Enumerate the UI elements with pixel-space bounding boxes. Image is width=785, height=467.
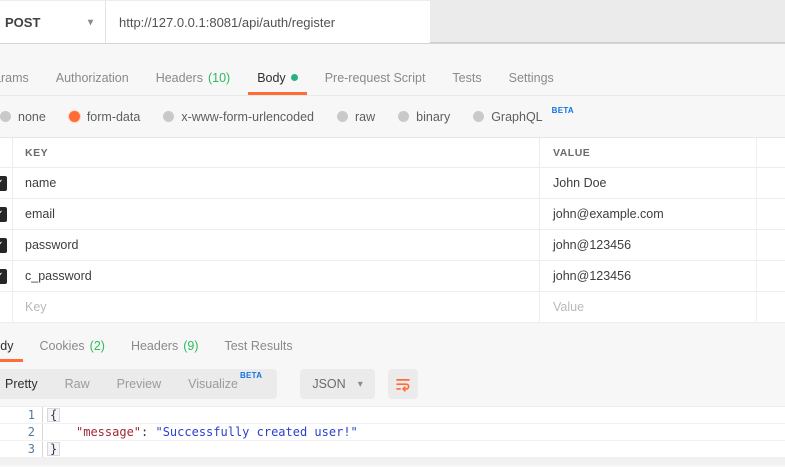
request-url-bar: POST ▾ http://127.0.0.1:8081/api/auth/re… (0, 0, 785, 44)
table-row: ✓ name John Doe (0, 168, 785, 199)
body-mode-row: none form-data x-www-form-urlencoded raw… (0, 96, 785, 137)
response-body-viewer[interactable]: 1 { 2 "message" : "Successfully created … (0, 406, 785, 465)
checkbox-checked-icon[interactable]: ✓ (0, 207, 7, 222)
postman-window: POST ▾ http://127.0.0.1:8081/api/auth/re… (0, 0, 785, 467)
radio-icon (0, 111, 11, 122)
mode-graphql[interactable]: GraphQL BETA (473, 110, 574, 124)
checkbox-checked-icon[interactable]: ✓ (0, 269, 7, 284)
radio-selected-icon (69, 111, 80, 122)
view-switcher: Pretty Raw Preview Visualize BETA (0, 369, 277, 399)
line-number: 2 (0, 424, 43, 440)
json-string-value: "Successfully created user!" (155, 425, 357, 439)
headers-count-badge: (10) (208, 71, 230, 85)
mode-binary[interactable]: binary (398, 110, 450, 124)
tab-authorization[interactable]: Authorization (56, 60, 129, 95)
response-tab-headers[interactable]: Headers (9) (131, 330, 199, 362)
table-row: ✓ password john@123456 (0, 230, 785, 261)
method-label: POST (5, 15, 40, 30)
line-number: 1 (0, 407, 43, 423)
code-line: 1 { (0, 407, 785, 424)
method-dropdown[interactable]: POST ▾ (0, 1, 106, 43)
value-input-placeholder[interactable]: Value (540, 292, 757, 322)
table-row: ✓ email john@example.com (0, 199, 785, 230)
tab-params[interactable]: arams (0, 60, 29, 95)
code-line: 3 } (0, 441, 785, 458)
key-input-placeholder[interactable]: Key (13, 292, 540, 322)
cookies-count-badge: (2) (90, 339, 105, 353)
mode-raw[interactable]: raw (337, 110, 375, 124)
beta-badge: BETA (552, 106, 574, 115)
code-line: 2 "message" : "Successfully created user… (0, 424, 785, 441)
request-tabs: arams Authorization Headers (10) Body Pr… (0, 60, 785, 96)
response-tab-test-results[interactable]: Test Results (224, 330, 292, 362)
table-header-row: KEY VALUE (0, 138, 785, 168)
tab-tests[interactable]: Tests (452, 60, 481, 95)
url-input[interactable]: http://127.0.0.1:8081/api/auth/register (106, 1, 430, 43)
value-cell[interactable]: john@example.com (540, 199, 757, 229)
radio-icon (163, 111, 174, 122)
table-row: ✓ c_password john@123456 (0, 261, 785, 292)
key-cell[interactable]: password (13, 230, 540, 260)
view-preview[interactable]: Preview (117, 377, 161, 391)
chevron-down-icon: ▾ (88, 17, 93, 28)
response-tabs: Body Cookies (2) Headers (9) Test Result… (0, 330, 785, 362)
close-brace[interactable]: } (47, 442, 60, 456)
key-cell[interactable]: email (13, 199, 540, 229)
checkbox-checked-icon[interactable]: ✓ (0, 238, 7, 253)
view-visualize[interactable]: Visualize BETA (188, 377, 262, 391)
url-bar-spacer (430, 1, 785, 43)
tab-headers[interactable]: Headers (10) (156, 60, 230, 95)
key-column-header: KEY (13, 138, 540, 167)
mode-none[interactable]: none (0, 110, 46, 124)
json-key: "message" (76, 425, 141, 439)
open-brace[interactable]: { (47, 408, 60, 422)
response-tab-body[interactable]: Body (0, 330, 14, 362)
radio-icon (337, 111, 348, 122)
radio-icon (398, 111, 409, 122)
mode-form-data[interactable]: form-data (69, 110, 141, 124)
mode-x-www-form-urlencoded[interactable]: x-www-form-urlencoded (163, 110, 314, 124)
value-column-header: VALUE (540, 138, 757, 167)
tab-settings[interactable]: Settings (509, 60, 554, 95)
radio-icon (473, 111, 484, 122)
format-dropdown[interactable]: JSON ▾ (300, 369, 374, 399)
green-dot-icon (291, 74, 298, 81)
value-cell[interactable]: john@123456 (540, 230, 757, 260)
scroll-track[interactable] (0, 458, 785, 465)
response-toolbar: Pretty Raw Preview Visualize BETA JSON ▾ (0, 362, 785, 406)
table-row-empty: Key Value (0, 292, 785, 323)
wrap-text-button[interactable] (388, 369, 418, 399)
key-cell[interactable]: c_password (13, 261, 540, 291)
response-headers-count-badge: (9) (183, 339, 198, 353)
key-cell[interactable]: name (13, 168, 540, 198)
value-cell[interactable]: John Doe (540, 168, 757, 198)
tab-pre-request-script[interactable]: Pre-request Script (325, 60, 426, 95)
view-pretty[interactable]: Pretty (5, 377, 38, 391)
line-number: 3 (0, 441, 43, 457)
response-tab-cookies[interactable]: Cookies (2) (40, 330, 105, 362)
value-cell[interactable]: john@123456 (540, 261, 757, 291)
tab-body[interactable]: Body (257, 60, 298, 95)
wrap-text-icon (394, 375, 412, 393)
checkbox-checked-icon[interactable]: ✓ (0, 176, 7, 191)
form-data-table: KEY VALUE ✓ name John Doe ✓ email john@e… (0, 137, 785, 323)
chevron-down-icon: ▾ (358, 379, 363, 390)
beta-badge: BETA (240, 371, 262, 380)
view-raw[interactable]: Raw (65, 377, 90, 391)
